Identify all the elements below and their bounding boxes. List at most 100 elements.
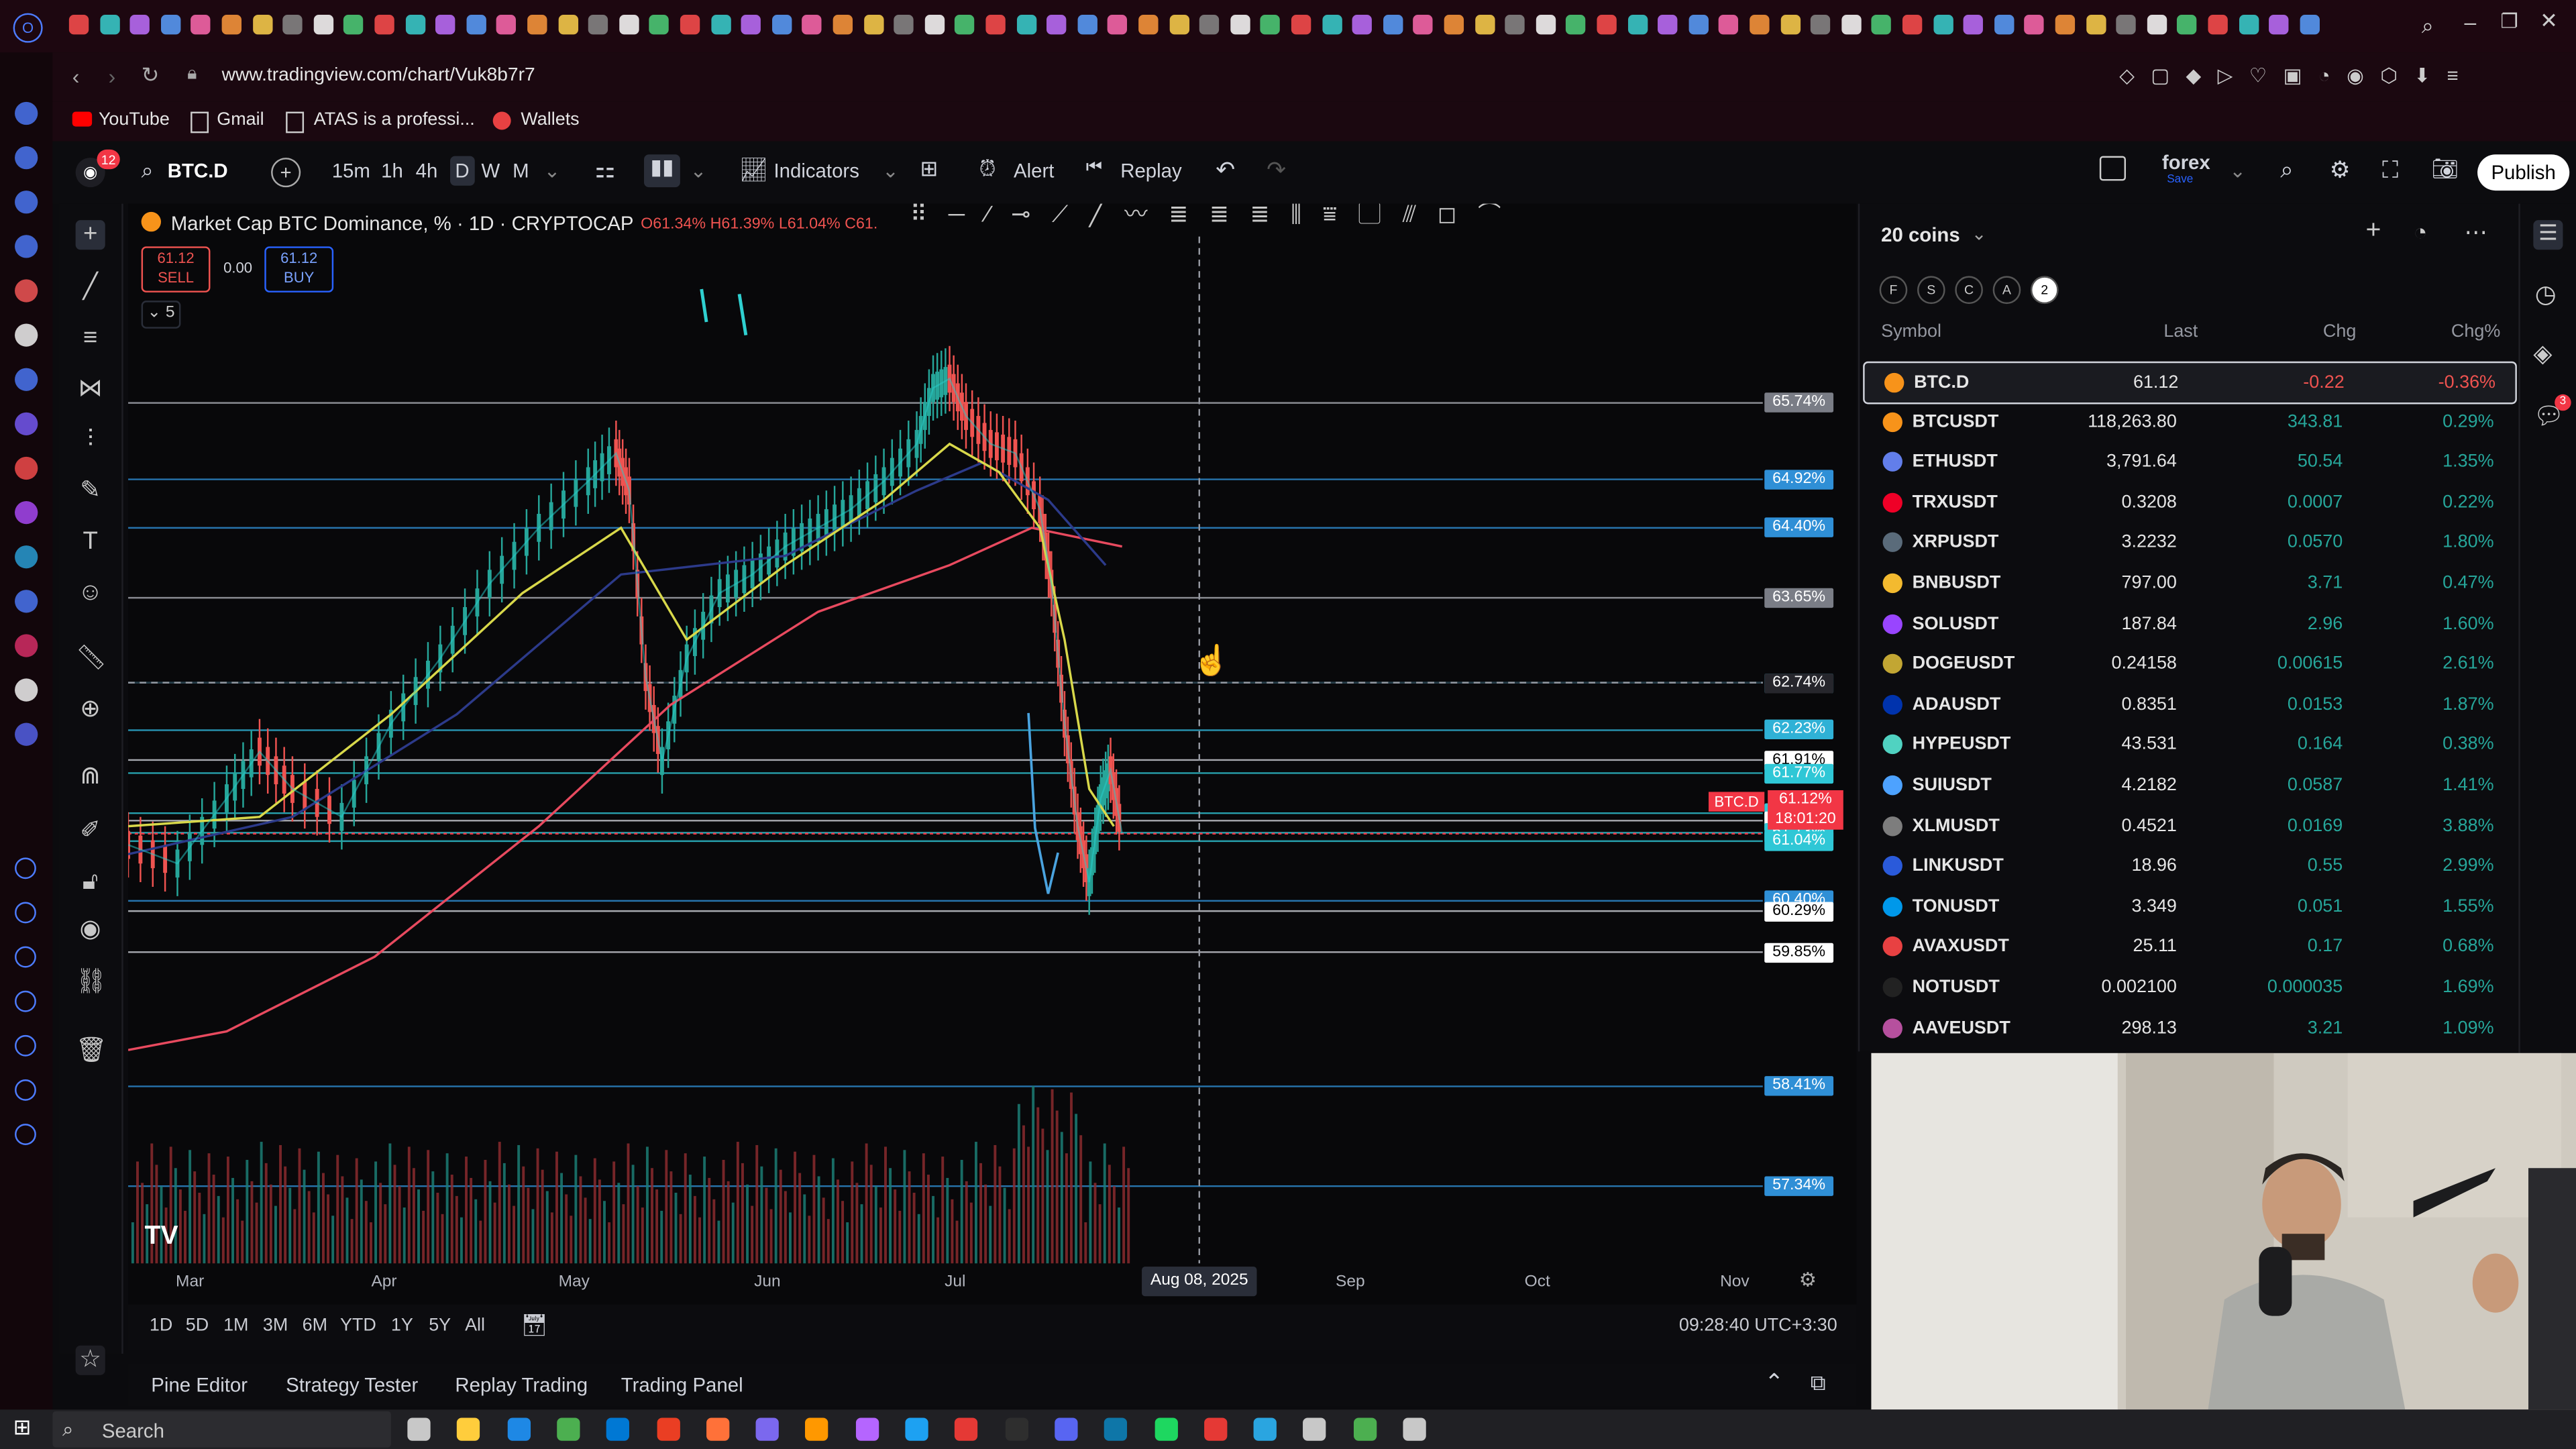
sidebar-app-icon[interactable] bbox=[15, 500, 38, 525]
watchlist-symbol[interactable]: LINKUSDT bbox=[1913, 856, 2004, 875]
sidebar-app-icon[interactable] bbox=[15, 545, 38, 569]
taskbar-app-icon[interactable] bbox=[855, 1417, 879, 1441]
tab-favicon-icon[interactable] bbox=[1077, 15, 1097, 35]
replay-button[interactable]: Replay bbox=[1120, 160, 1181, 182]
indicators-icon[interactable]: 📈︎ bbox=[739, 156, 769, 184]
sidebar-app-icon[interactable] bbox=[15, 323, 38, 347]
tab-strategy-tester[interactable]: Strategy Tester bbox=[286, 1373, 418, 1396]
bookmark-youtube[interactable]: YouTube bbox=[99, 110, 170, 129]
symbol-name[interactable]: BTC.D bbox=[168, 160, 228, 182]
tab-favicon-icon[interactable] bbox=[1566, 15, 1587, 35]
watchlist-symbol[interactable]: BTC.D bbox=[1914, 373, 1969, 392]
utc-clock[interactable]: 09:28:40 UTC+3:30 bbox=[1679, 1316, 1837, 1336]
tab-favicon-icon[interactable] bbox=[405, 15, 425, 35]
tab-trading-panel[interactable]: Trading Panel bbox=[621, 1373, 743, 1396]
watchlist-symbol[interactable]: SUIUSDT bbox=[1913, 775, 1992, 795]
tab-favicon-icon[interactable] bbox=[1933, 15, 1953, 35]
templates-grid-icon[interactable]: ⊞ bbox=[920, 156, 938, 182]
range-ytd[interactable]: YTD bbox=[340, 1316, 376, 1336]
tab-favicon-icon[interactable] bbox=[1322, 15, 1342, 35]
col-last[interactable]: Last bbox=[2163, 322, 2198, 341]
watchlist-icon[interactable]: ☰ bbox=[2533, 220, 2563, 250]
taskbar-app-icon[interactable] bbox=[1403, 1417, 1426, 1441]
settings-gear-icon[interactable]: ⚙ bbox=[2330, 156, 2351, 184]
tab-favicon-icon[interactable] bbox=[1719, 15, 1739, 35]
zoom-tool-icon[interactable]: ⊕ bbox=[76, 695, 105, 724]
tab-favicon-icon[interactable] bbox=[191, 15, 211, 35]
candles-icon[interactable]: ▮▮ bbox=[644, 154, 680, 188]
taskbar-app-icon[interactable] bbox=[955, 1417, 978, 1441]
forward-icon[interactable]: › bbox=[109, 64, 116, 89]
watchlist-row[interactable]: HYPEUSDT 43.531 0.164 0.38% bbox=[1863, 725, 2514, 765]
watchlist-row[interactable]: BTC.D 61.12 -0.22 -0.36% bbox=[1863, 361, 2517, 405]
sidebar-tool-icon[interactable] bbox=[15, 902, 36, 924]
tab-favicon-icon[interactable] bbox=[1964, 15, 1984, 35]
object-tree-layers-icon[interactable]: ◈ bbox=[2533, 338, 2552, 368]
watchlist-symbol[interactable]: AAVEUSDT bbox=[1913, 1018, 2010, 1037]
tab-favicon-icon[interactable] bbox=[955, 15, 975, 35]
tab-favicon-icon[interactable] bbox=[1505, 15, 1525, 35]
tab-favicon-icon[interactable] bbox=[2116, 15, 2137, 35]
bookmark-gmail[interactable]: Gmail bbox=[217, 110, 264, 129]
price-chart[interactable] bbox=[128, 204, 1856, 1305]
taskbar-app-icon[interactable] bbox=[905, 1417, 928, 1441]
start-windows-icon[interactable]: ⊞ bbox=[13, 1415, 36, 1439]
range-1m[interactable]: 1M bbox=[223, 1316, 248, 1336]
lock-icon[interactable]: 🔒︎ bbox=[187, 64, 197, 86]
watchlist-row[interactable]: AVAXUSDT 25.11 0.17 0.68% bbox=[1863, 927, 2514, 967]
sidebar-tool-icon[interactable] bbox=[15, 1079, 36, 1101]
tab-favicon-icon[interactable] bbox=[1780, 15, 1801, 35]
chart-pane[interactable]: Market Cap BTC Dominance, % · 1D · CRYPT… bbox=[128, 203, 1857, 1305]
tab-favicon-icon[interactable] bbox=[1199, 15, 1220, 35]
remove-drawings-icon[interactable]: 🗑︎ bbox=[76, 1036, 107, 1066]
chart-type-icon[interactable]: ⚏ bbox=[595, 156, 616, 184]
add-symbol-icon[interactable]: + bbox=[2366, 217, 2381, 246]
tab-favicon-icon[interactable] bbox=[1750, 15, 1770, 35]
sidebar-app-icon[interactable] bbox=[15, 634, 38, 657]
range-1y[interactable]: 1Y bbox=[391, 1316, 413, 1336]
tab-favicon-icon[interactable] bbox=[1811, 15, 1831, 35]
favorites-star-icon[interactable]: ☆ bbox=[75, 1345, 105, 1375]
close-window-icon[interactable]: ✕ bbox=[2540, 8, 2558, 34]
watchlist-details-icon[interactable]: ◔ bbox=[2414, 219, 2428, 245]
sidebar-app-icon[interactable] bbox=[15, 191, 38, 214]
tab-favicon-icon[interactable] bbox=[1352, 15, 1373, 35]
panel-expand-icon[interactable]: ⌃ bbox=[1764, 1368, 1784, 1397]
symbol-search-icon[interactable]: ⌕ bbox=[142, 158, 154, 184]
taskbar-app-icon[interactable] bbox=[755, 1417, 780, 1441]
range-1d[interactable]: 1D bbox=[150, 1316, 172, 1336]
sidebar-tool-icon[interactable] bbox=[15, 857, 36, 879]
watchlist-row[interactable]: BNBUSDT 797.00 3.71 0.47% bbox=[1863, 564, 2514, 603]
taskbar-app-icon[interactable] bbox=[506, 1417, 531, 1441]
ruler-tool-icon[interactable]: 📏︎ bbox=[76, 644, 107, 674]
watchlist-row[interactable]: NOTUSDT 0.002100 0.000035 1.69% bbox=[1863, 967, 2514, 1007]
tab-favicon-icon[interactable] bbox=[771, 15, 792, 35]
col-symbol[interactable]: Symbol bbox=[1881, 322, 1941, 341]
tab-favicon-icon[interactable] bbox=[343, 15, 364, 35]
range-5y[interactable]: 5Y bbox=[429, 1316, 451, 1336]
undo-icon[interactable]: ↶ bbox=[1216, 156, 1235, 184]
tab-favicon-icon[interactable] bbox=[863, 15, 883, 35]
tab-favicon-icon[interactable] bbox=[2208, 15, 2228, 35]
publish-button[interactable]: Publish bbox=[2477, 154, 2570, 191]
lock-drawings-icon[interactable]: 🔓︎ bbox=[76, 867, 105, 897]
pattern-tool-icon[interactable]: ⋈ bbox=[76, 374, 105, 404]
tab-replay-trading[interactable]: Replay Trading bbox=[455, 1373, 588, 1396]
watchlist-flag-filter[interactable]: F bbox=[1879, 276, 1908, 305]
watchlist-symbol[interactable]: NOTUSDT bbox=[1913, 977, 2000, 997]
tab-favicon-icon[interactable] bbox=[1046, 15, 1067, 35]
tab-favicon-icon[interactable] bbox=[1291, 15, 1311, 35]
layout-dropdown-icon[interactable]: ⌄ bbox=[2229, 160, 2246, 182]
range-5d[interactable]: 5D bbox=[186, 1316, 209, 1336]
bookmark-wallets[interactable]: Wallets bbox=[521, 110, 579, 129]
fib-tool-icon[interactable]: ≡ bbox=[76, 323, 105, 353]
watchlist-flag-filter[interactable]: S bbox=[1917, 276, 1945, 305]
tab-favicon-icon[interactable] bbox=[374, 15, 394, 35]
watchlist-symbol[interactable]: SOLUSDT bbox=[1913, 614, 1999, 633]
minimize-icon[interactable]: – bbox=[2464, 10, 2476, 35]
watchlist-symbol[interactable]: TRXUSDT bbox=[1913, 492, 1998, 512]
sidebar-tool-icon[interactable] bbox=[15, 946, 36, 968]
tab-favicon-icon[interactable] bbox=[1138, 15, 1159, 35]
search-tabs-icon[interactable]: ⌕ bbox=[2422, 13, 2434, 40]
tab-favicon-icon[interactable] bbox=[710, 15, 731, 35]
